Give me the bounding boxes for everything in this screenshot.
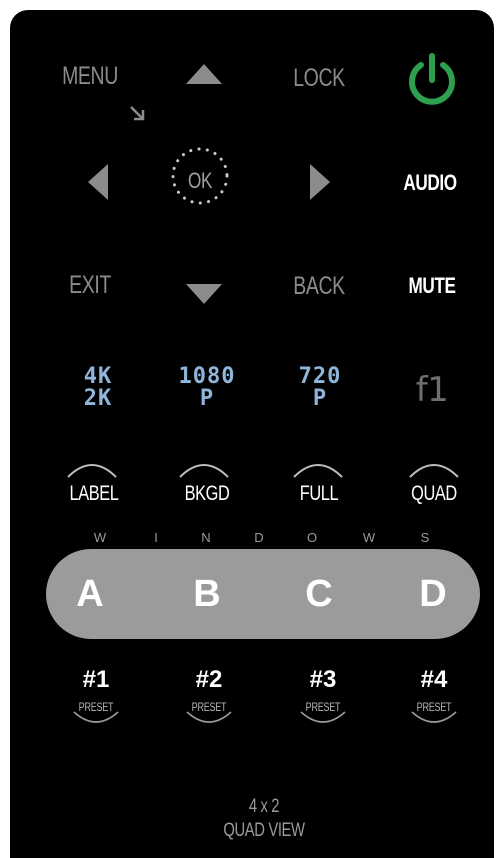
ok-button[interactable]: OK <box>188 168 212 194</box>
preset-arc-icon <box>411 711 457 723</box>
windows-letter: W <box>362 530 376 545</box>
preset-number: #2 <box>195 666 223 693</box>
lock-button[interactable]: LOCK <box>293 64 345 93</box>
bkgd-arc-icon <box>179 464 229 478</box>
windows-selector-bar: A B C D <box>46 549 480 639</box>
mute-button[interactable]: MUTE <box>408 273 455 299</box>
windows-letter: N <box>201 530 211 545</box>
footer-mode-name: QUAD VIEW <box>223 820 305 841</box>
remote-panel: MENU LOCK OK AUDIO EXIT BACK MUTE 4K 2K <box>10 10 494 858</box>
menu-button[interactable]: MENU <box>62 62 118 91</box>
left-arrow-button[interactable] <box>88 164 110 200</box>
power-button[interactable] <box>402 48 462 108</box>
windows-letter: I <box>154 530 158 545</box>
windows-letter: D <box>254 530 264 545</box>
window-c-button[interactable]: C <box>279 549 359 639</box>
window-b-button[interactable]: B <box>167 549 247 639</box>
f1-button[interactable]: f1 <box>416 370 449 410</box>
preset-arc-icon <box>73 711 119 723</box>
exit-button[interactable]: EXIT <box>69 271 111 300</box>
preset-number: #4 <box>420 666 448 693</box>
preset-number: #3 <box>309 666 337 693</box>
res-1080-line2: P <box>199 386 215 411</box>
res-720-line2: P <box>312 386 328 411</box>
preset-number: #1 <box>82 666 110 693</box>
res-4k-line2: 2K <box>83 386 113 411</box>
quad-button[interactable]: QUAD <box>411 482 457 506</box>
preset-arc-icon <box>300 711 346 723</box>
audio-button[interactable]: AUDIO <box>403 170 457 196</box>
full-button[interactable]: FULL <box>300 482 339 506</box>
up-arrow-button[interactable] <box>186 64 222 86</box>
res-720-line1: 720 <box>298 364 342 389</box>
label-arc-icon <box>67 464 117 478</box>
quad-arc-icon <box>409 464 459 478</box>
res-1080-line1: 1080 <box>178 364 236 389</box>
full-arc-icon <box>293 464 343 478</box>
back-button[interactable]: BACK <box>293 272 345 301</box>
footer-mode-count: 4 x 2 <box>248 796 280 817</box>
windows-letter: W <box>93 530 107 545</box>
right-arrow-button[interactable] <box>308 164 330 200</box>
res-4k-line1: 4K <box>83 364 113 389</box>
label-button[interactable]: LABEL <box>69 482 118 506</box>
bkgd-button[interactable]: BKGD <box>185 482 230 506</box>
window-d-button[interactable]: D <box>393 549 473 639</box>
preset-arc-icon <box>186 711 232 723</box>
windows-letter: S <box>420 530 430 545</box>
arrow-down-right-icon <box>130 106 145 121</box>
down-arrow-button[interactable] <box>186 284 222 306</box>
windows-letter: O <box>306 530 318 545</box>
window-a-button[interactable]: A <box>50 549 130 639</box>
